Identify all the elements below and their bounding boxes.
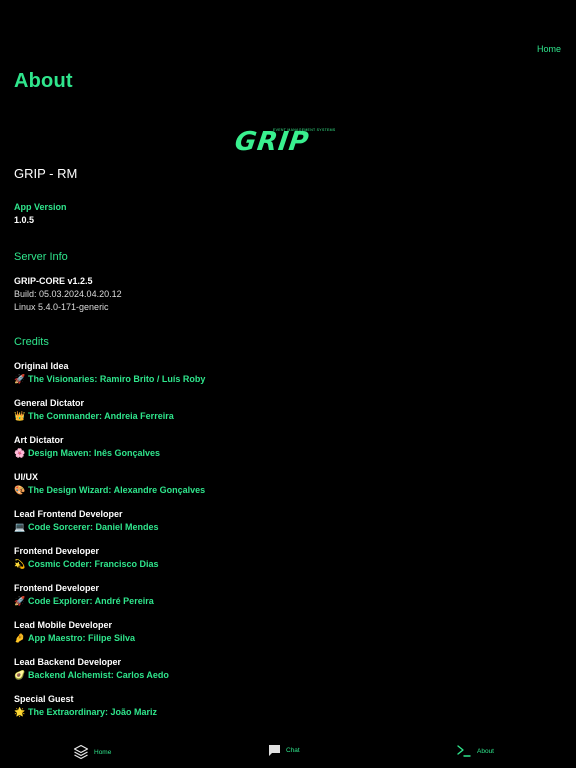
dizzy-star-icon: 💫 [14, 559, 26, 569]
credit-name: Code Sorcerer: Daniel Mendes [28, 522, 159, 532]
credit-name: App Maestro: Filipe Silva [28, 633, 136, 643]
credit-name: Cosmic Coder: Francisco Dias [28, 559, 159, 569]
rocket-icon: 🚀 [14, 374, 26, 384]
flower-icon: 🌸 [14, 448, 26, 458]
app-version-label: App Version [14, 202, 67, 212]
credit-name: Backend Alchemist: Carlos Aedo [28, 670, 169, 680]
credit-role: Frontend Developer [14, 583, 100, 593]
avocado-icon: 🥑 [14, 670, 26, 680]
credit-name: Code Explorer: André Pereira [28, 596, 154, 606]
credits-list: Original Idea 🚀 The Visionaries: Ramiro B… [14, 360, 554, 730]
credit-name: Design Maven: Inês Gonçalves [28, 448, 161, 458]
server-info-title: Server Info [14, 251, 68, 263]
credit-role: Original Idea [14, 361, 69, 371]
home-link[interactable]: Home [537, 44, 561, 54]
credit-item: UI/UX 🎨 The Design Wizard: Alexandre Gonç… [14, 471, 554, 508]
layers-icon [73, 744, 89, 760]
rocket-icon: 🚀 [14, 596, 26, 606]
pinched-fingers-icon: 🤌 [14, 633, 26, 643]
server-build: Build: 05.03.2024.04.20.12 [14, 289, 122, 299]
credit-role: Lead Mobile Developer [14, 620, 113, 630]
palette-icon: 🎨 [14, 485, 26, 495]
credit-role: Art Dictator [14, 435, 64, 445]
tab-home-label: Home [94, 748, 112, 756]
credit-name: The Visionaries: Ramiro Brito / Luís Rob… [28, 374, 206, 384]
credit-role: Special Guest [14, 694, 74, 704]
tab-home[interactable]: Home [73, 744, 111, 760]
tab-chat[interactable]: Chat [268, 744, 300, 757]
server-os: Linux 5.4.0-171-generic [14, 302, 109, 312]
credit-role: Lead Frontend Developer [14, 509, 123, 519]
credit-name: The Commander: Andreia Ferreira [28, 411, 174, 421]
app-name: GRIP - RM [14, 166, 78, 181]
terminal-icon [457, 745, 471, 757]
tab-bar: Home Chat About [0, 736, 576, 768]
credit-name: The Design Wizard: Alexandre Gonçalves [28, 485, 206, 495]
logo-wordmark: GRIP [232, 127, 312, 157]
credit-role: UI/UX [14, 472, 39, 482]
glowing-star-icon: 🌟 [14, 707, 26, 717]
chat-bubble-icon [269, 745, 280, 756]
tab-about[interactable]: About [456, 744, 494, 758]
crown-icon: 👑 [14, 411, 26, 421]
credit-item: Lead Backend Developer 🥑 Backend Alchemis… [14, 656, 554, 693]
app-version-value: 1.0.5 [14, 215, 35, 225]
credit-role: General Dictator [14, 398, 85, 408]
credit-item: Lead Frontend Developer 💻 Code Sorcerer: … [14, 508, 554, 545]
laptop-icon: 💻 [14, 522, 26, 532]
tab-about-label: About [477, 747, 494, 755]
page-title: About [14, 70, 73, 92]
credit-item: Original Idea 🚀 The Visionaries: Ramiro B… [14, 360, 554, 397]
credit-item: Art Dictator 🌸 Design Maven: Inês Gonçalv… [14, 434, 554, 471]
credit-role: Lead Backend Developer [14, 657, 122, 667]
grip-logo: EVENT MANAGEMENT SYSTEMS GRIP [0, 125, 576, 157]
credit-item: Lead Mobile Developer 🤌 App Maestro: Fili… [14, 619, 554, 656]
credit-role: Frontend Developer [14, 546, 100, 556]
credit-item: General Dictator 👑 The Commander: Andreia… [14, 397, 554, 434]
credit-name: The Extraordinary: João Mariz [28, 707, 158, 717]
credits-title: Credits [14, 336, 49, 348]
server-name: GRIP-CORE v1.2.5 [14, 276, 93, 286]
credit-item: Special Guest 🌟 The Extraordinary: João M… [14, 693, 554, 730]
tab-chat-label: Chat [286, 747, 300, 754]
credit-item: Frontend Developer 💫 Cosmic Coder: Franci… [14, 545, 554, 582]
credit-item: Frontend Developer 🚀 Code Explorer: André… [14, 582, 554, 619]
